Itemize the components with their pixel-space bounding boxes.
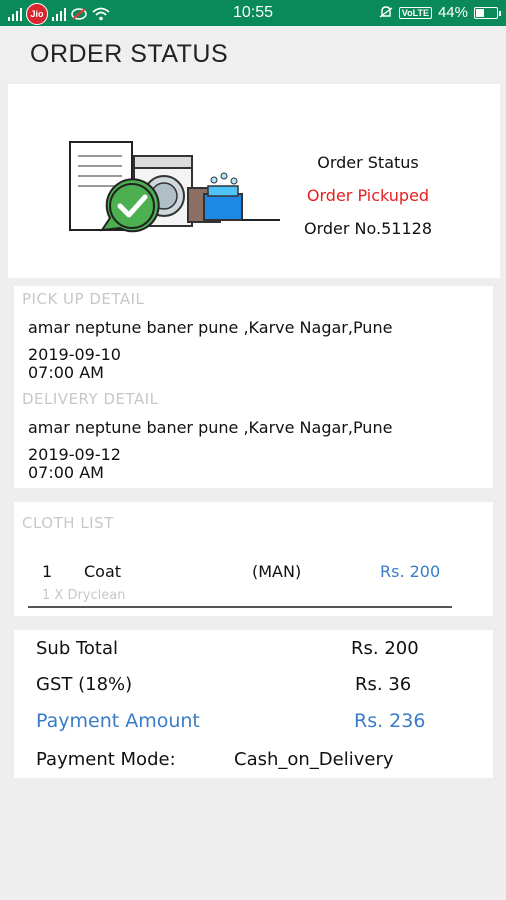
laundry-illustration [69,141,280,233]
delivery-date: 2019-09-12 [28,445,121,464]
pickup-datetime: 2019-09-10 07:00 AM [28,346,121,382]
pickup-date: 2019-09-10 [28,345,121,364]
delivery-address: amar neptune baner pune ,Karve Nagar,Pun… [28,418,393,437]
status-bar: Jio 10:55 VoLTE 44% [0,0,506,26]
totals-card: Sub Total Rs. 200 GST (18%) Rs. 36 Payme… [14,630,493,778]
volte-badge: VoLTE [398,6,432,19]
order-number: Order No.51128 [303,219,432,238]
order-info: Order Status Order Pickuped Order No.511… [288,146,448,245]
payment-amount-value: Rs. 236 [354,710,426,732]
item-price: Rs. 200 [380,562,441,581]
payment-mode-value: Cash_on_Delivery [234,749,394,770]
pickup-label: PICK UP DETAIL [22,290,145,308]
delivery-label: DELIVERY DETAIL [22,390,159,408]
battery-icon [474,6,501,19]
divider [28,606,452,608]
item-qty: 1 [42,562,53,581]
payment-amount-label: Payment Amount [36,710,200,732]
address-card: PICK UP DETAIL amar neptune baner pune ,… [14,286,493,488]
item-service: 1 X Dryclean [42,588,126,603]
gst-label: GST (18%) [36,674,133,695]
page-title: ORDER STATUS [30,40,229,68]
battery-percent: 44% [437,4,468,21]
item-name: Coat [84,562,122,581]
pickup-time: 07:00 AM [28,363,104,382]
item-category: (MAN) [252,562,302,581]
order-status-card: Order Status Order Pickuped Order No.511… [8,84,500,278]
pickup-address: amar neptune baner pune ,Karve Nagar,Pun… [28,318,393,337]
sub-total-label: Sub Total [36,638,119,659]
order-status-heading: Order Status [317,153,419,172]
bell-muted-icon [379,6,393,18]
app-bar: ORDER STATUS [0,26,506,82]
order-status-value: Order Pickuped [306,186,430,205]
sub-total-value: Rs. 200 [351,638,419,659]
cloth-list-card: CLOTH LIST 1 Coat (MAN) Rs. 200 1 X Dryc… [14,502,493,616]
status-right: VoLTE 44% [379,4,501,21]
payment-mode-label: Payment Mode: [36,749,176,770]
delivery-time: 07:00 AM [28,463,104,482]
gst-value: Rs. 36 [355,674,412,695]
delivery-datetime: 2019-09-12 07:00 AM [28,446,121,482]
cloth-list-label: CLOTH LIST [22,514,114,532]
